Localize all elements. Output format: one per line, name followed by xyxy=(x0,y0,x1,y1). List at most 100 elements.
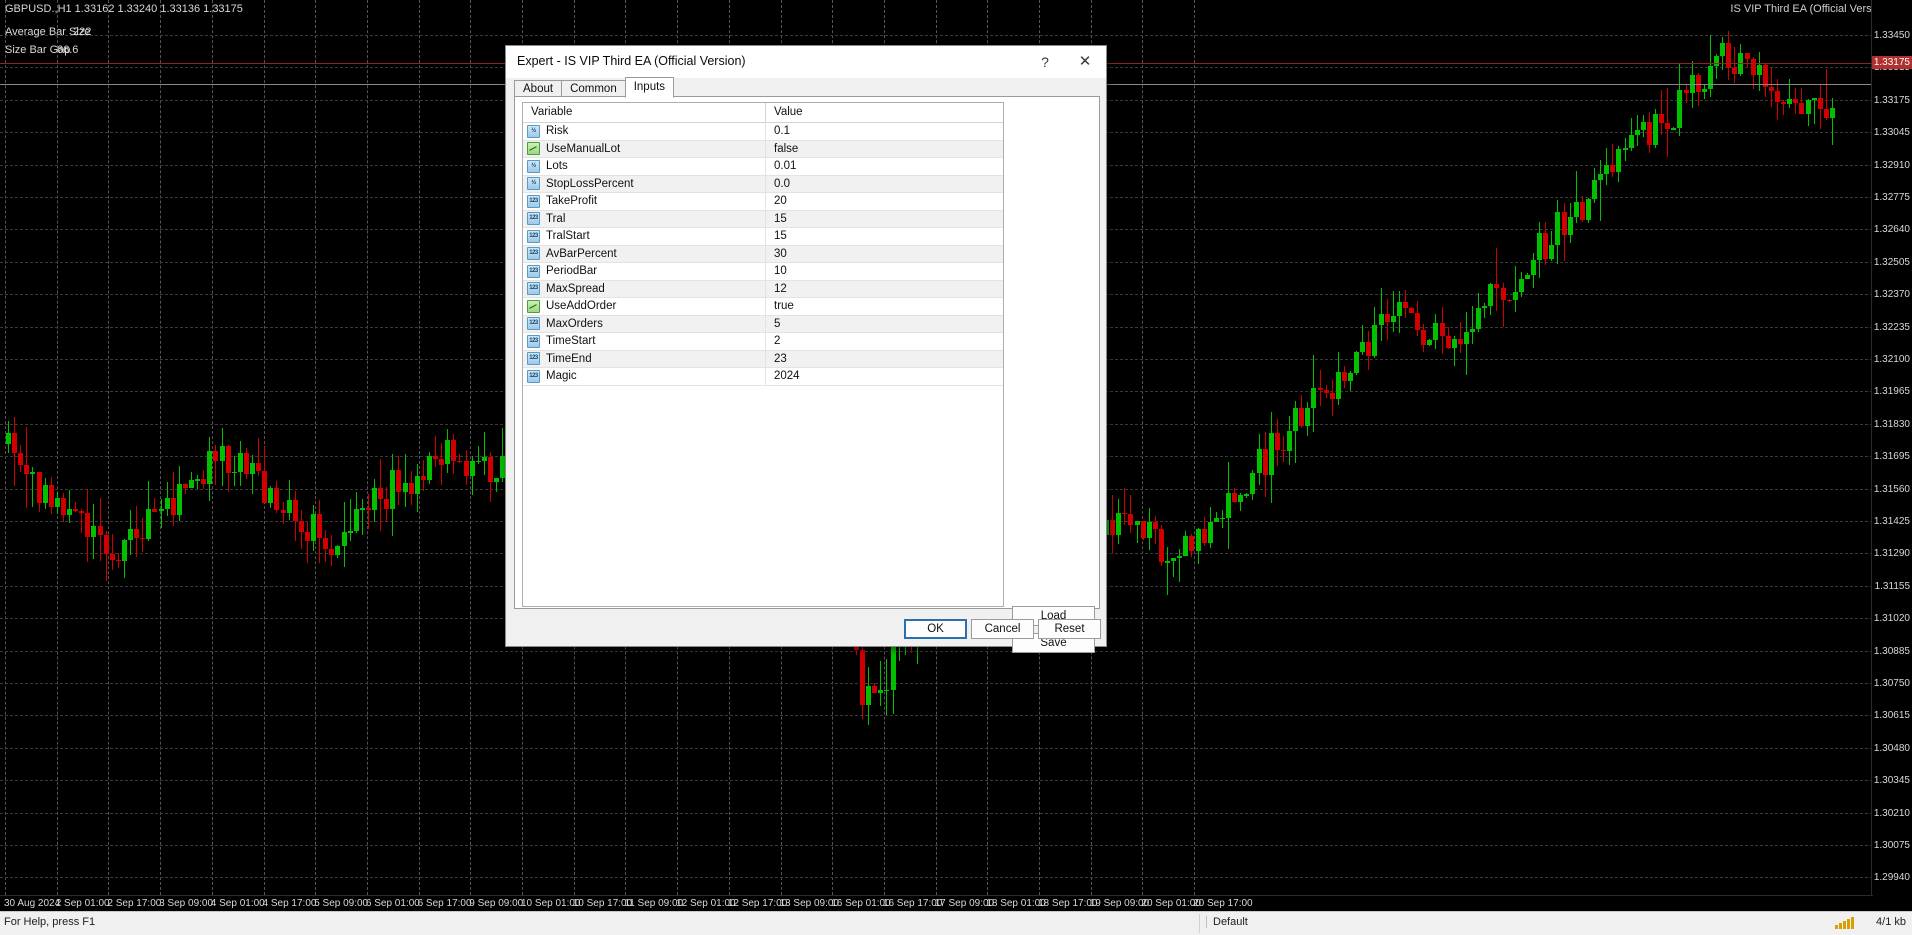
candle-body xyxy=(481,457,487,461)
ok-button[interactable]: OK xyxy=(904,619,967,639)
parameter-name-cell[interactable]: 123 MaxOrders xyxy=(523,315,766,332)
parameter-name-cell[interactable]: 123 PeriodBar xyxy=(523,263,766,280)
candlestick xyxy=(1555,0,1561,895)
candle-body xyxy=(1213,517,1219,522)
chart-symbol-ohlc: GBPUSD.,H1 1.33162 1.33240 1.33136 1.331… xyxy=(5,3,243,15)
parameter-name-cell[interactable]: ½ Risk xyxy=(523,123,766,140)
table-row[interactable]: 123 MaxOrders 5 xyxy=(523,315,1003,333)
candle-body xyxy=(359,508,365,510)
candlestick xyxy=(1244,0,1250,895)
parameters-grid[interactable]: Variable Value ½ Risk 0.1 UseManualLot false… xyxy=(522,102,1004,607)
candle-body xyxy=(1598,174,1604,181)
time-tick-label: 19 Sep 09:00 xyxy=(1089,898,1150,909)
candle-wick xyxy=(1459,322,1461,354)
parameter-name-cell[interactable]: 123 AvBarPercent xyxy=(523,245,766,262)
table-row[interactable]: 123 TimeStart 2 xyxy=(523,333,1003,351)
parameter-name-cell[interactable]: 123 TralStart xyxy=(523,228,766,245)
cancel-button[interactable]: Cancel xyxy=(971,619,1034,639)
parameter-value-cell[interactable]: 10 xyxy=(766,263,1003,280)
table-row[interactable]: 123 TakeProfit 20 xyxy=(523,193,1003,211)
parameter-name-cell[interactable]: 123 TakeProfit xyxy=(523,193,766,210)
candle-body xyxy=(219,445,225,461)
candle-body xyxy=(24,464,30,474)
candle-body xyxy=(451,440,457,461)
parameter-value-cell[interactable]: 15 xyxy=(766,228,1003,245)
candle-body xyxy=(469,461,475,476)
parameter-value-cell[interactable]: 30 xyxy=(766,246,1003,263)
parameter-value-cell[interactable]: 0.0 xyxy=(766,176,1003,193)
parameter-value-cell[interactable]: 5 xyxy=(766,316,1003,333)
reset-button[interactable]: Reset xyxy=(1038,619,1101,639)
parameter-name-cell[interactable]: UseManualLot xyxy=(523,140,766,157)
candle-body xyxy=(6,433,11,445)
table-row[interactable]: 123 TralStart 15 xyxy=(523,228,1003,246)
table-row[interactable]: ½ StopLossPercent 0.0 xyxy=(523,175,1003,193)
close-icon[interactable]: ✕ xyxy=(1068,46,1102,76)
table-row[interactable]: 123 AvBarPercent 30 xyxy=(523,245,1003,263)
column-header-value[interactable]: Value xyxy=(766,103,1003,122)
parameter-value-cell[interactable]: 15 xyxy=(766,211,1003,228)
table-row[interactable]: ½ Lots 0.01 xyxy=(523,158,1003,176)
parameter-name-cell[interactable]: 123 MaxSpread xyxy=(523,280,766,297)
candlestick xyxy=(1219,0,1225,895)
candlestick xyxy=(1482,0,1488,895)
time-tick-label: 12 Sep 17:00 xyxy=(727,898,788,909)
candle-body xyxy=(1195,529,1201,552)
parameter-name: TimeStart xyxy=(546,335,596,348)
table-row[interactable]: UseAddOrder true xyxy=(523,298,1003,316)
parameter-value-cell[interactable]: 23 xyxy=(766,351,1003,368)
candlestick xyxy=(115,0,121,895)
help-icon[interactable]: ? xyxy=(1028,46,1062,76)
parameter-value-cell[interactable]: false xyxy=(766,141,1003,158)
parameter-value-cell[interactable]: 2024 xyxy=(766,368,1003,385)
parameter-name-cell[interactable]: ½ Lots xyxy=(523,158,766,175)
candlestick xyxy=(390,0,396,895)
parameter-name-cell[interactable]: 123 TimeEnd xyxy=(523,350,766,367)
candle-body xyxy=(1226,492,1231,518)
candle-body xyxy=(1811,97,1817,101)
candle-body xyxy=(1756,65,1762,75)
parameter-name: Lots xyxy=(546,160,568,173)
table-row[interactable]: 123 PeriodBar 10 xyxy=(523,263,1003,281)
price-tick-label: 1.31155 xyxy=(1874,580,1910,592)
price-axis[interactable]: 1.334501.333151.331751.330451.329101.327… xyxy=(1871,0,1912,912)
column-header-variable[interactable]: Variable xyxy=(523,103,766,122)
table-row[interactable]: 123 MaxSpread 12 xyxy=(523,280,1003,298)
candle-body xyxy=(457,460,463,463)
tab-inputs[interactable]: Inputs xyxy=(624,77,675,98)
candle-body xyxy=(97,526,103,535)
dialog-titlebar[interactable]: Expert - IS VIP Third EA (Official Versi… xyxy=(506,46,1106,78)
time-axis[interactable]: 30 Aug 2024 2 Sep 01:00 2 Sep 17:00 3 Sep 0… xyxy=(0,895,1873,912)
parameter-value-cell[interactable]: 2 xyxy=(766,333,1003,350)
candlestick xyxy=(1110,0,1116,895)
candle-wick xyxy=(1661,89,1663,135)
candle-body xyxy=(298,520,304,533)
candlestick xyxy=(292,0,298,895)
parameter-name-cell[interactable]: UseAddOrder xyxy=(523,298,766,315)
table-row[interactable]: ½ Risk 0.1 xyxy=(523,123,1003,141)
parameter-name-cell[interactable]: 123 Magic xyxy=(523,368,766,385)
candle-body xyxy=(1152,521,1158,530)
table-row[interactable]: 123 Magic 2024 xyxy=(523,368,1003,386)
parameter-value-cell[interactable]: 0.01 xyxy=(766,158,1003,175)
expert-properties-dialog[interactable]: Expert - IS VIP Third EA (Official Versi… xyxy=(505,45,1107,653)
time-tick-label: 2 Sep 17:00 xyxy=(107,898,162,909)
candle-wick xyxy=(1154,515,1156,544)
parameter-value-cell[interactable]: 12 xyxy=(766,281,1003,298)
table-row[interactable]: 123 TimeEnd 23 xyxy=(523,350,1003,368)
candlestick xyxy=(1177,0,1183,895)
table-row[interactable]: 123 Tral 15 xyxy=(523,210,1003,228)
status-profile-name[interactable]: Default xyxy=(1206,916,1248,928)
time-tick-label: 10 Sep 17:00 xyxy=(572,898,633,909)
parameter-name-cell[interactable]: 123 TimeStart xyxy=(523,333,766,350)
parameter-name: AvBarPercent xyxy=(546,247,617,260)
candle-body xyxy=(67,509,72,515)
parameter-name-cell[interactable]: 123 Tral xyxy=(523,210,766,227)
parameter-value-cell[interactable]: 0.1 xyxy=(766,123,1003,140)
parameter-name-cell[interactable]: ½ StopLossPercent xyxy=(523,175,766,192)
candle-body xyxy=(1250,473,1256,495)
table-row[interactable]: UseManualLot false xyxy=(523,140,1003,158)
candle-wick xyxy=(1813,97,1815,124)
parameter-value-cell[interactable]: 20 xyxy=(766,193,1003,210)
parameter-value-cell[interactable]: true xyxy=(766,298,1003,315)
